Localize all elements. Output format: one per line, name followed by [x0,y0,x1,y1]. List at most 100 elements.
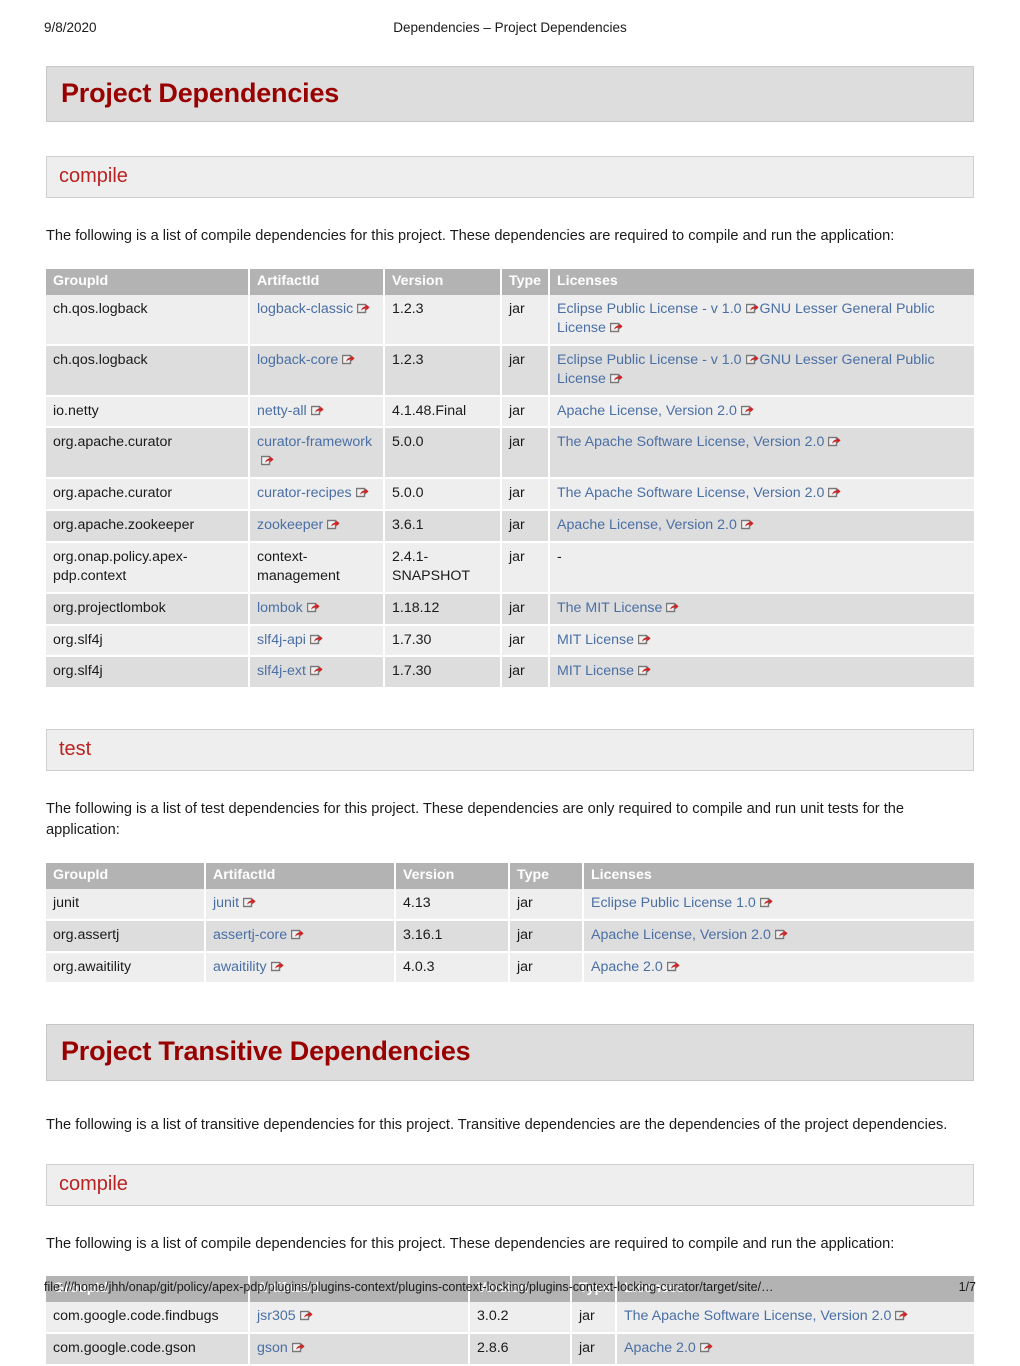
test-table-body: junit junit 4.13 jar Eclipse Public License … [46,888,974,985]
cell-artifactid[interactable]: curator-recipes [249,478,385,512]
license-link[interactable]: The Apache Software License, Version 2.0 [624,1308,891,1324]
cell-artifactid[interactable]: zookeeper [249,510,385,543]
page-title: Project Dependencies [61,78,340,108]
cell-licenses: Eclipse Public License - v 1.0 GNU Lesser… [549,344,974,397]
column-header-version: Version [384,269,502,296]
cell-artifactid[interactable]: logback-core [249,344,385,397]
table-row: junit junit 4.13 jar Eclipse Public License … [46,888,974,921]
table-row: org.apache.zookeeper zookeeper 3.6.1 jar Apa… [46,510,974,543]
artifact-link[interactable]: awaitility [213,959,267,975]
artifact-link[interactable]: jsr305 [257,1308,296,1324]
external-link-icon [828,487,841,498]
external-link-icon [759,897,773,908]
cell-groupid: org.apache.curator [46,478,250,512]
table-row: ch.qos.logback logback-core 1.2.3 jar Eclips… [46,344,974,397]
cell-licenses: The MIT License [549,592,974,626]
cell-licenses: MIT License [549,656,974,690]
table-header-row: GroupId ArtifactId Version Type Licenses [46,269,974,296]
cell-artifactid[interactable]: assertj-core [205,919,396,953]
artifact-link[interactable]: gson [257,1340,288,1356]
cell-licenses: Apache License, Version 2.0 [549,510,974,543]
compile-table-head: GroupId ArtifactId Version Type Licenses [46,269,974,296]
cell-licenses: Apache 2.0 [616,1333,974,1366]
artifact-link[interactable]: slf4j-ext [257,663,306,679]
cell-artifactid[interactable]: netty-all [249,395,385,429]
external-link-icon [342,354,355,365]
external-link-icon [828,436,841,447]
cell-artifactid[interactable]: gson [249,1333,470,1366]
column-header-licenses: Licenses [583,862,974,889]
external-link-icon [638,665,651,676]
cell-version: 4.13 [395,888,510,921]
table-row: com.google.code.gson gson 2.8.6 jar Apache 2… [46,1333,974,1366]
license-link[interactable]: The Apache Software License, Version 2.0 [557,434,824,450]
license-link[interactable]: Eclipse Public License - v 1.0 [557,301,742,317]
compile-dependencies-table: GroupId ArtifactId Version Type Licenses ch.… [46,269,974,690]
license-link[interactable]: MIT License [557,663,634,679]
license-link[interactable]: Apache License, Version 2.0 [557,403,737,419]
artifact-link[interactable]: assertj-core [213,927,287,943]
cell-groupid: com.google.code.gson [46,1333,250,1366]
cell-artifactid[interactable]: curator-framework [249,427,385,480]
cell-groupid: org.apache.curator [46,427,250,480]
artifact-link[interactable]: zookeeper [257,517,323,533]
transitive-table-body: com.google.code.findbugs jsr305 3.0.2 jar Th… [46,1302,974,1366]
license-link[interactable]: Eclipse Public License 1.0 [591,895,756,911]
cell-version: 3.6.1 [384,510,502,543]
test-dependencies-table: GroupId ArtifactId Version Type Licenses jun… [46,862,974,985]
footer-url: file:///home/jhh/onap/git/policy/apex-pd… [44,1280,774,1294]
license-link[interactable]: MIT License [557,632,634,648]
cell-artifactid[interactable]: slf4j-api [249,624,385,658]
subsection-heading-test: test [46,729,974,772]
cell-licenses: Apache License, Version 2.0 [583,919,974,953]
cell-type: jar [509,951,584,985]
transitive-compile-description: The following is a list of compile depen… [46,1235,895,1252]
artifact-link[interactable]: junit [213,895,239,911]
cell-type: jar [501,656,550,690]
cell-artifactid[interactable]: lombok [249,592,385,626]
cell-groupid: com.google.code.findbugs [46,1302,250,1335]
cell-artifactid[interactable]: slf4j-ext [249,656,385,690]
artifact-link[interactable]: netty-all [257,403,307,419]
external-link-icon [638,634,651,645]
cell-artifactid[interactable]: logback-classic [249,295,385,346]
license-link[interactable]: Apache License, Version 2.0 [591,927,771,943]
license-link[interactable]: Eclipse Public License - v 1.0 [557,352,742,368]
cell-artifactid[interactable]: jsr305 [249,1302,470,1335]
external-link-icon [309,665,323,676]
cell-artifactid[interactable]: junit [205,888,396,921]
external-link-icon [291,1342,305,1353]
cell-groupid: ch.qos.logback [46,344,250,397]
artifact-link[interactable]: logback-core [257,352,338,368]
license-link[interactable]: Apache 2.0 [624,1340,696,1356]
license-link[interactable]: Apache 2.0 [591,959,663,975]
external-link-icon [745,354,759,365]
cell-type: jar [501,541,550,594]
subsection-heading-transitive-compile: compile [46,1163,974,1206]
cell-groupid: io.netty [46,395,250,429]
subsection-label: test [59,738,92,761]
external-link-icon [774,929,788,940]
artifact-link[interactable]: curator-framework [257,434,372,450]
cell-type: jar [501,478,550,512]
license-link[interactable]: The Apache Software License, Version 2.0 [557,485,824,501]
print-footer: file:///home/jhh/onap/git/policy/apex-pd… [0,1280,1020,1298]
artifact-link[interactable]: lombok [257,600,303,616]
cell-version: 1.2.3 [384,295,502,346]
artifact-link[interactable]: curator-recipes [257,485,352,501]
cell-type: jar [509,919,584,953]
table-row: org.slf4j slf4j-api 1.7.30 jar MIT License [46,624,974,658]
cell-version: 3.16.1 [395,919,510,953]
table-row: org.apache.curator curator-recipes 5.0.0 ja… [46,478,974,512]
artifact-link[interactable]: slf4j-api [257,632,306,648]
artifact-link[interactable]: logback-classic [257,301,353,317]
cell-artifactid: context-management [249,541,385,594]
cell-licenses: The Apache Software License, Version 2.0 [549,478,974,512]
subsection-label: compile [59,165,128,188]
cell-version: 1.18.12 [384,592,502,626]
cell-version: 2.4.1-SNAPSHOT [384,541,502,594]
license-link[interactable]: The MIT License [557,600,662,616]
license-link[interactable]: Apache License, Version 2.0 [557,517,737,533]
cell-artifactid[interactable]: awaitility [205,951,396,985]
external-link-icon [609,373,623,384]
